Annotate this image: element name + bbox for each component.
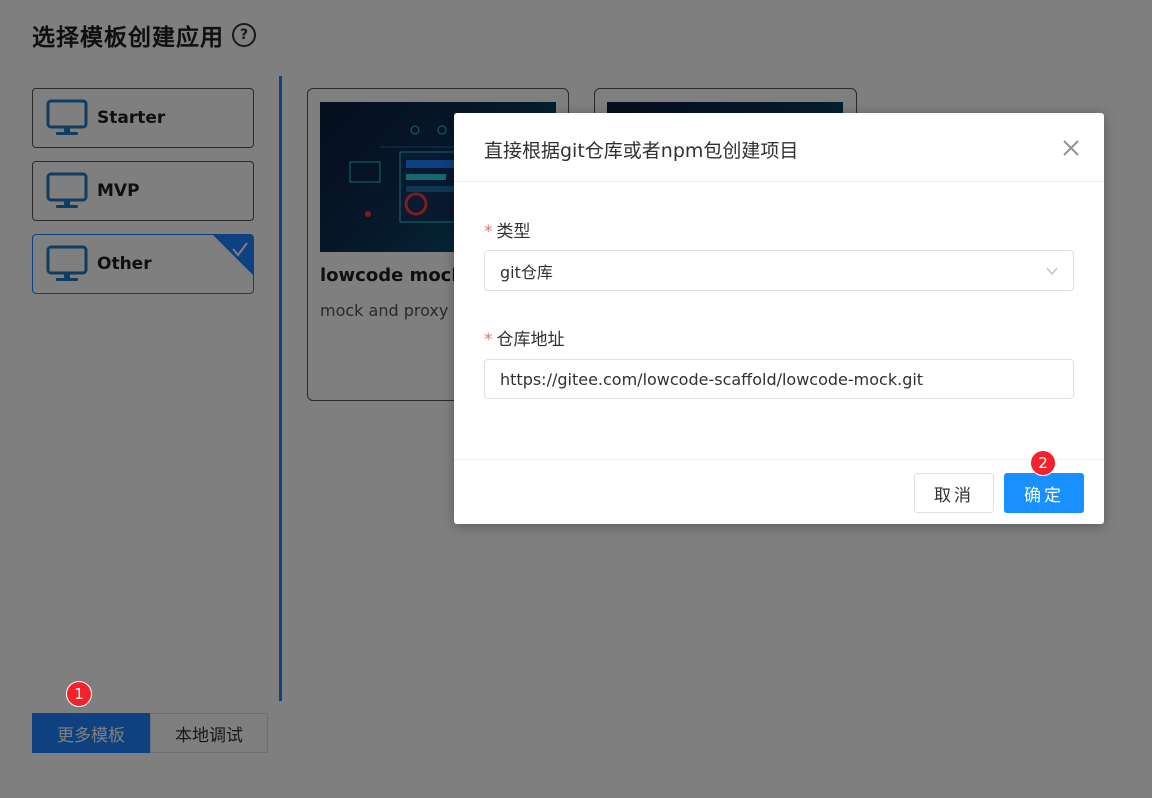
required-mark: * bbox=[484, 330, 493, 350]
cancel-button[interactable]: 取消 bbox=[914, 473, 994, 513]
repo-label: * 仓库地址 bbox=[484, 325, 565, 350]
dialog-header: 直接根据git仓库或者npm包创建项目 bbox=[454, 113, 1104, 182]
repo-url-input[interactable]: https://gitee.com/lowcode-scaffold/lowco… bbox=[484, 359, 1074, 399]
repo-label-text: 仓库地址 bbox=[496, 330, 565, 350]
chevron-down-icon bbox=[1046, 267, 1058, 276]
create-project-dialog: 直接根据git仓库或者npm包创建项目 * 类型 git仓库 * 仓库地址 http… bbox=[454, 113, 1104, 524]
type-label-text: 类型 bbox=[496, 222, 531, 242]
type-label: * 类型 bbox=[484, 217, 531, 242]
confirm-button[interactable]: 确定 bbox=[1004, 473, 1084, 513]
step-badge-1: 1 bbox=[66, 681, 92, 707]
type-select[interactable]: git仓库 bbox=[484, 250, 1074, 291]
dialog-footer: 取消 确定 bbox=[454, 459, 1104, 524]
close-icon[interactable] bbox=[1062, 139, 1080, 157]
type-select-value: git仓库 bbox=[500, 262, 553, 282]
step-badge-2: 2 bbox=[1030, 450, 1056, 476]
required-mark: * bbox=[484, 222, 493, 242]
dialog-title: 直接根据git仓库或者npm包创建项目 bbox=[484, 140, 799, 162]
